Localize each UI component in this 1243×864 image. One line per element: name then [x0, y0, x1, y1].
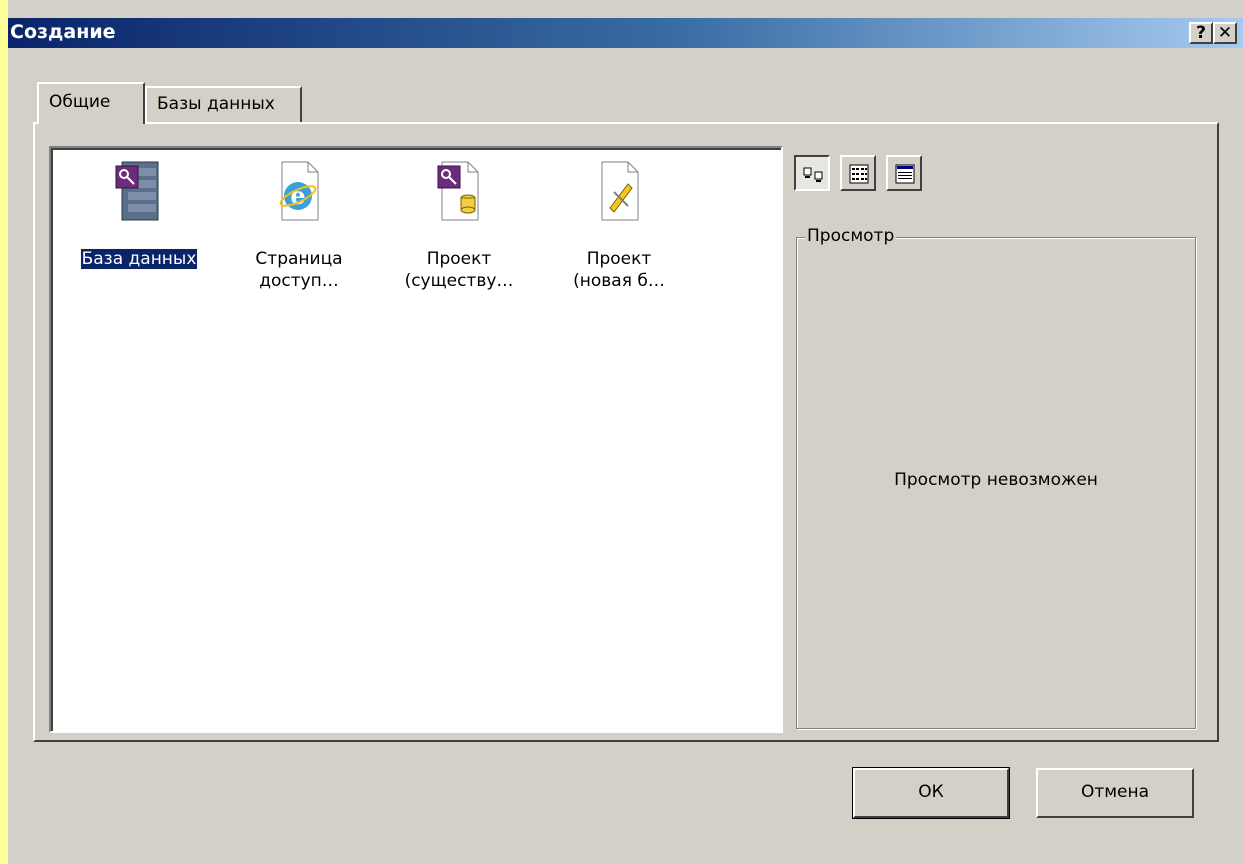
help-button[interactable]: ?: [1189, 22, 1213, 44]
large-icons-icon: [803, 167, 823, 182]
list-item-project-existing-label: Проект (существу…: [404, 249, 514, 291]
list-view-button[interactable]: [840, 155, 876, 191]
create-dialog: Создание ? ✕ Общие Базы данных База данн…: [8, 0, 1243, 864]
cancel-button[interactable]: Отмена: [1036, 768, 1194, 818]
list-view-icon: [849, 164, 869, 184]
tab-general[interactable]: Общие: [37, 82, 145, 124]
list-item-project-new-label: Проект (новая б…: [573, 249, 665, 291]
help-icon: ?: [1196, 23, 1206, 43]
template-list[interactable]: База данных e Страница доступ… Проект (с…: [49, 146, 783, 733]
preview-group: Просмотр Просмотр невозможен: [796, 226, 1196, 729]
ok-button[interactable]: ОК: [852, 767, 1010, 819]
preview-group-label: Просмотр: [805, 226, 897, 246]
tab-general-label: Общие: [49, 92, 111, 112]
tab-databases-label: Базы данных: [157, 94, 275, 114]
list-item-data-access-page-label: Страница доступ…: [255, 249, 343, 291]
title-bar[interactable]: Создание ? ✕: [8, 18, 1243, 48]
svg-text:e: e: [290, 181, 305, 210]
list-item-database-label: База данных: [79, 248, 199, 270]
dialog-title: Создание: [10, 21, 116, 43]
project-existing-database-icon: [437, 161, 479, 221]
access-database-icon: [115, 161, 159, 221]
details-view-icon: [895, 164, 915, 184]
data-access-page-icon: e: [279, 161, 319, 221]
tab-databases[interactable]: Базы данных: [145, 86, 302, 122]
no-preview-message: Просмотр невозможен: [894, 470, 1098, 490]
large-icons-button[interactable]: [794, 155, 830, 191]
project-new-database-icon: [601, 161, 639, 221]
close-button[interactable]: ✕: [1213, 22, 1237, 44]
close-icon: ✕: [1217, 23, 1233, 43]
details-view-button[interactable]: [886, 155, 922, 191]
